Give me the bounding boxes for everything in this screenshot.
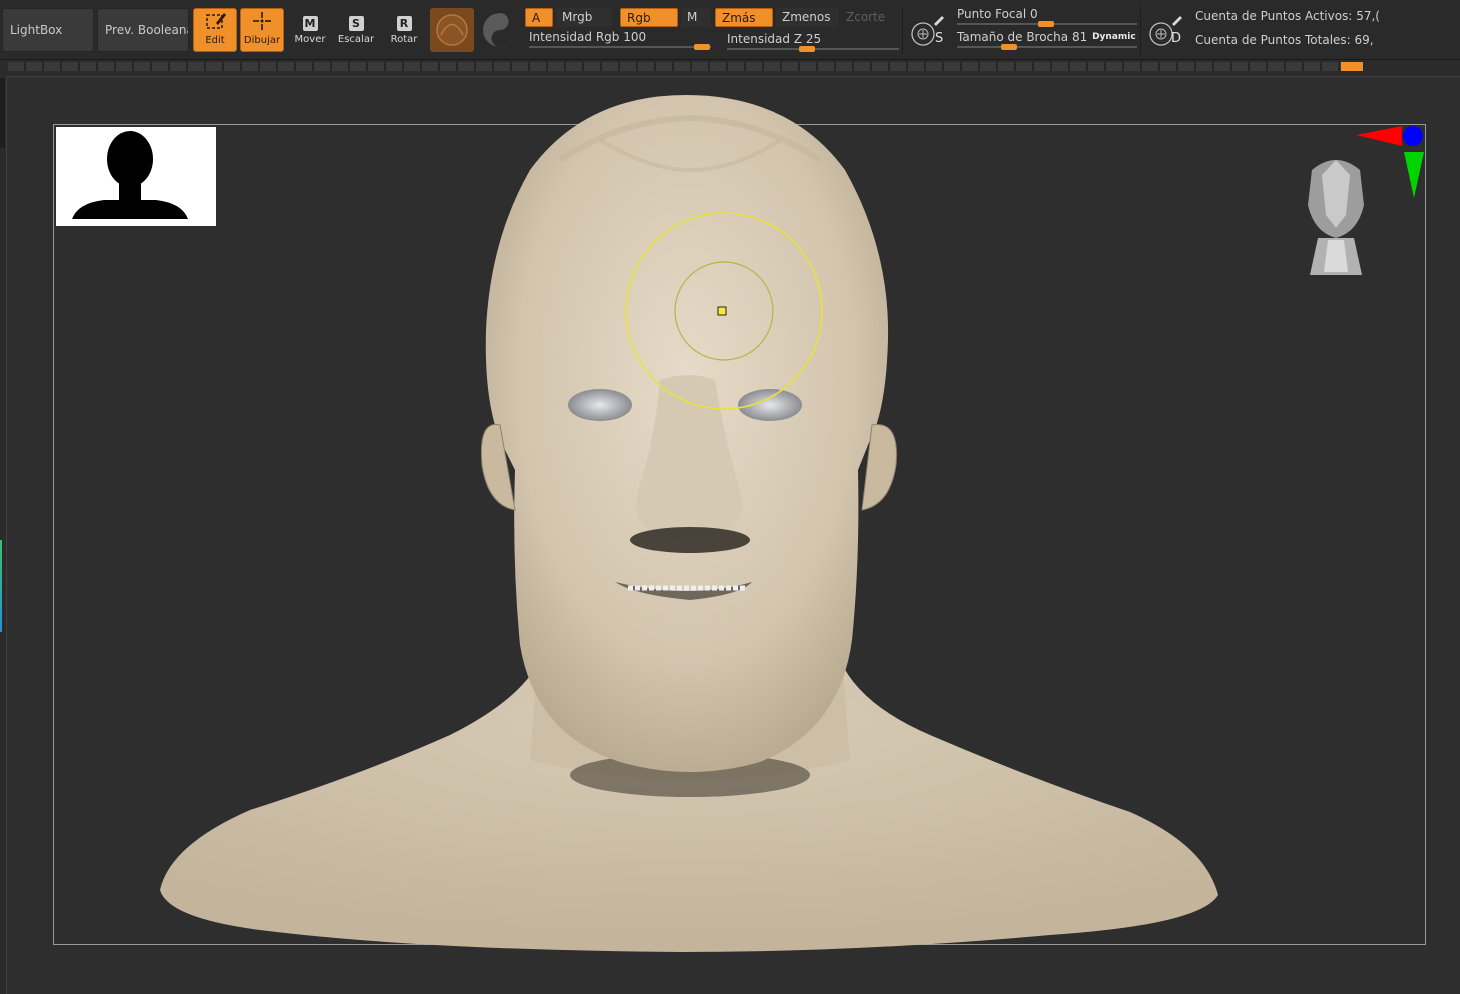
zsub-label: Zmenos xyxy=(782,10,831,24)
draw-size-value: 81 xyxy=(1071,30,1088,44)
edit-button[interactable]: Edit xyxy=(193,8,237,52)
scale-hotkey: S xyxy=(348,16,364,31)
rotate-button[interactable]: R Rotar xyxy=(382,8,426,52)
z-intensity-value: 25 xyxy=(805,32,822,46)
lazy-mouse-d-label: D xyxy=(1171,31,1182,46)
move-button[interactable]: M Mover xyxy=(288,8,332,52)
orientation-head-gizmo[interactable] xyxy=(1308,160,1364,275)
m-label: M xyxy=(687,10,698,24)
brush-target-icon xyxy=(911,16,944,46)
timeline-marker[interactable] xyxy=(1341,62,1363,71)
edit-icon xyxy=(194,9,236,37)
zsub-toggle[interactable]: Zmenos xyxy=(776,8,838,27)
dynamic-toggle[interactable]: Dynamic xyxy=(1092,32,1136,42)
draw-size-slider[interactable]: Tamaño de Brocha 81 Dynamic xyxy=(957,30,1137,50)
edit-label: Edit xyxy=(205,35,225,46)
material-button[interactable] xyxy=(430,8,474,52)
focal-shift-value: 0 xyxy=(1030,7,1038,21)
boolean-preview-label: Prev. Booleana xyxy=(105,23,189,37)
z-intensity-knob[interactable] xyxy=(799,46,815,52)
draw-size-label: Tamaño de Brocha xyxy=(957,30,1069,44)
scale-label: Escalar xyxy=(337,34,375,45)
rotate-label: Rotar xyxy=(390,34,418,45)
a-label: A xyxy=(532,11,541,25)
head[interactable] xyxy=(485,95,889,772)
draw-size-knob[interactable] xyxy=(1001,44,1017,50)
z-intensity-slider[interactable]: Intensidad Z 25 xyxy=(727,32,899,52)
top-shelf: LightBox Prev. Booleana Edit Dibujar M M… xyxy=(0,0,1460,60)
left-tray-indicator xyxy=(0,540,2,632)
rgb-intensity-slider[interactable]: Intensidad Rgb 100 xyxy=(529,30,711,50)
head-silhouette-icon xyxy=(72,131,188,219)
lazy-mouse-s-label: S xyxy=(935,31,944,46)
silhouette-thumbnail[interactable] xyxy=(56,127,216,226)
lazy-mouse-d-button[interactable]: D xyxy=(1144,8,1188,52)
z-axis-sphere xyxy=(1403,126,1423,146)
focal-shift-slider[interactable]: Punto Focal 0 xyxy=(957,7,1137,27)
color-sphere-button[interactable] xyxy=(478,8,522,52)
focal-shift-label: Punto Focal xyxy=(957,7,1027,21)
brush-target-icon xyxy=(1149,16,1182,46)
material-sphere-icon xyxy=(436,14,468,46)
move-hotkey: M xyxy=(302,16,318,31)
timeline-ruler[interactable] xyxy=(8,62,1363,71)
rgb-intensity-label: Intensidad Rgb xyxy=(529,30,620,44)
draw-crosshair-icon xyxy=(241,9,283,37)
rgb-intensity-value: 100 xyxy=(623,30,647,44)
z-intensity-label: Intensidad Z xyxy=(727,32,803,46)
lazy-mouse-s-button[interactable]: S xyxy=(906,8,950,52)
focal-shift-knob[interactable] xyxy=(1038,21,1054,27)
zcut-toggle[interactable]: Zcorte xyxy=(840,8,900,27)
rgb-toggle[interactable]: Rgb xyxy=(620,8,678,27)
draw-button[interactable]: Dibujar xyxy=(240,8,284,52)
lightbox-button[interactable]: LightBox xyxy=(2,8,94,52)
scale-button[interactable]: S Escalar xyxy=(334,8,378,52)
move-label: Mover xyxy=(294,34,326,45)
zadd-toggle[interactable]: Zmás xyxy=(715,8,773,27)
yin-yang-icon xyxy=(483,13,517,47)
total-points-count: Cuenta de Puntos Totales: 69, xyxy=(1195,33,1374,47)
boolean-preview-button[interactable]: Prev. Booleana xyxy=(97,8,189,52)
mrgb-label: Mrgb xyxy=(562,10,593,24)
mrgb-toggle[interactable]: Mrgb xyxy=(556,8,612,27)
zadd-label: Zmás xyxy=(722,11,756,25)
left-tray-edge xyxy=(0,78,5,148)
active-points-count: Cuenta de Puntos Activos: 57,( xyxy=(1195,9,1380,23)
rgb-label: Rgb xyxy=(627,11,651,25)
a-toggle[interactable]: A xyxy=(525,8,553,27)
rotate-hotkey: R xyxy=(396,16,412,31)
lightbox-label: LightBox xyxy=(10,23,63,37)
rgb-intensity-knob[interactable] xyxy=(694,44,710,50)
zcut-label: Zcorte xyxy=(846,10,886,24)
m-toggle[interactable]: M xyxy=(681,8,711,27)
draw-label: Dibujar xyxy=(243,35,281,46)
